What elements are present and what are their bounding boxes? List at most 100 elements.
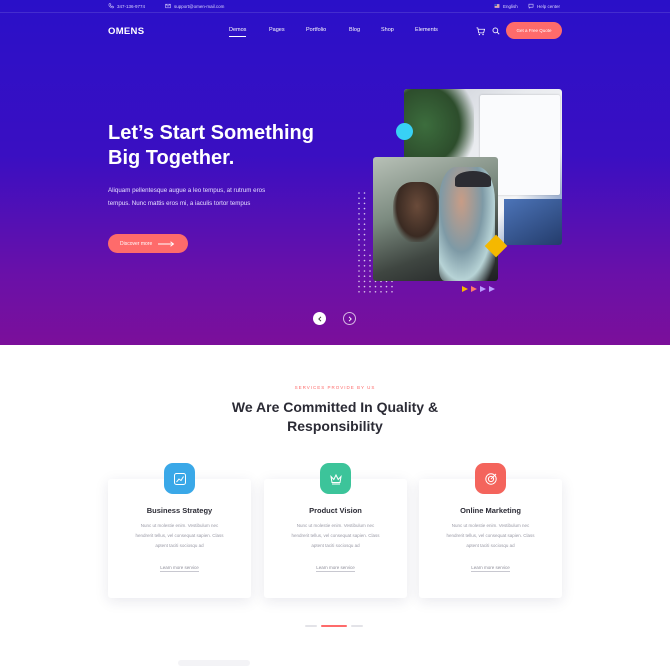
service-icon-badge: [475, 463, 506, 494]
flag-icon: [494, 4, 500, 8]
language-text: English: [503, 3, 518, 9]
learn-more-label[interactable]: Learn more service: [471, 565, 510, 572]
chart-icon: [173, 472, 186, 485]
grid-dot: [363, 259, 366, 262]
grid-dot: [358, 207, 360, 210]
faded-element: [178, 660, 250, 666]
grid-dot: [385, 291, 388, 293]
help-center-link[interactable]: Help center: [528, 3, 560, 9]
grid-dot: [358, 239, 360, 241]
service-card-title: Online Marketing: [460, 506, 521, 515]
grid-dot: [358, 280, 360, 283]
service-card-text: Nunc ut molestie enim. Vestibulum nec he…: [419, 521, 562, 551]
pager-dot[interactable]: [351, 625, 363, 627]
grid-dot: [358, 254, 360, 257]
services-title-line-2: Responsibility: [287, 418, 383, 434]
hero-description: Aliquam pellentesque augue a leo tempus,…: [108, 184, 308, 210]
grid-dot: [363, 249, 366, 251]
grid-dot: [369, 259, 371, 262]
cap-shape: [455, 171, 491, 187]
nav-item-demos[interactable]: Demos: [229, 27, 247, 37]
discover-more-button[interactable]: Discover more: [108, 234, 188, 253]
service-card-text-line: Nunc ut molestie enim. Vestibulum nec: [451, 523, 530, 528]
grid-dot: [358, 202, 360, 205]
grid-dot: [363, 265, 366, 267]
grid-dot: [363, 291, 366, 293]
grid-dot: [363, 228, 366, 231]
chevron-left-icon: [317, 315, 321, 322]
person-woman-shape: [393, 182, 441, 242]
grid-dot: [363, 270, 366, 272]
grid-dot: [369, 270, 371, 272]
main-nav: OMENS Demos Pages Portfolio Blog Shop El…: [0, 13, 670, 53]
hero-desc-line-1: Aliquam pellentesque augue a leo tempus,…: [108, 187, 266, 194]
learn-more-label[interactable]: Learn more service: [160, 565, 199, 572]
cart-icon[interactable]: [476, 27, 485, 36]
target-icon: [484, 472, 497, 485]
crown-icon: [329, 473, 342, 484]
logo[interactable]: OMENS: [108, 26, 144, 37]
slider-prev-button[interactable]: [313, 312, 326, 325]
search-icon[interactable]: [492, 27, 500, 35]
language-selector[interactable]: English: [494, 3, 518, 9]
pager-dot[interactable]: [305, 625, 317, 627]
service-card-text-line: hendrerit tellus, vel consequat sapien. …: [446, 533, 535, 538]
grid-dot: [363, 213, 366, 215]
grid-dot: [391, 291, 393, 293]
nav-item-elements[interactable]: Elements: [415, 27, 438, 33]
services-title-line-1: We Are Committed In Quality &: [231, 399, 439, 415]
service-icon-badge: [320, 463, 351, 494]
grid-dot: [369, 254, 371, 257]
hero-title-line-1: Let’s Start Something: [108, 122, 314, 144]
grid-dot: [369, 291, 371, 293]
nav-item-blog[interactable]: Blog: [349, 27, 360, 33]
email-contact[interactable]: support@omen-mail.com: [165, 3, 224, 9]
cyan-circle-decoration: [396, 123, 413, 140]
top-bar: 347-136-9774 support@omen-mail.com Engli…: [0, 0, 670, 13]
nav-item-portfolio[interactable]: Portfolio: [306, 27, 326, 33]
nav-item-shop[interactable]: Shop: [381, 27, 394, 33]
phone-icon: [108, 3, 114, 9]
hero-section: 347-136-9774 support@omen-mail.com Engli…: [0, 0, 670, 345]
grid-dot: [358, 218, 360, 220]
slider-next-button[interactable]: [343, 312, 356, 325]
nav-item-pages[interactable]: Pages: [269, 27, 285, 33]
grid-dot: [358, 197, 360, 199]
grid-dot: [380, 291, 382, 293]
chat-icon: [528, 3, 534, 9]
phone-text: 347-136-9774: [117, 3, 146, 9]
learn-more-link[interactable]: Learn more service: [264, 565, 407, 572]
grid-dot: [358, 228, 360, 231]
hero-image-people: [373, 157, 498, 281]
learn-more-link[interactable]: Learn more service: [108, 565, 251, 572]
phone-contact[interactable]: 347-136-9774: [108, 3, 145, 9]
learn-more-link[interactable]: Learn more service: [419, 565, 562, 572]
grid-dot: [363, 197, 366, 199]
grid-dot: [363, 218, 366, 220]
service-card-text-line: hendrerit tellus, vel consequat sapien. …: [135, 533, 224, 538]
carousel-pager: [305, 625, 363, 627]
grid-dot: [363, 207, 366, 210]
service-card-text: Nunc ut molestie enim. Vestibulum nec he…: [108, 521, 251, 551]
service-card-text-line: aptent taciti sociosqu ad: [311, 543, 360, 548]
grid-dot: [363, 285, 366, 288]
grid-dot: [358, 285, 360, 288]
email-text: support@omen-mail.com: [174, 3, 225, 9]
learn-more-label[interactable]: Learn more service: [316, 565, 355, 572]
grid-dot: [363, 280, 366, 283]
laptop-keyboard-shape: [504, 199, 562, 245]
grid-dot: [363, 223, 366, 225]
grid-dot: [358, 291, 360, 293]
pager-dot-active[interactable]: [321, 625, 347, 627]
triangle-shape: [462, 286, 468, 292]
hero-title-line-2: Big Together.: [108, 147, 235, 169]
grid-dot: [358, 249, 360, 251]
get-quote-button[interactable]: Get a Free Quote: [506, 22, 562, 39]
mail-icon: [165, 3, 171, 9]
service-card-text-line: Nunc ut molestie enim. Vestibulum nec: [296, 523, 375, 528]
hero-desc-line-2: tempus. Nunc mattis eros mi, a iaculis t…: [108, 200, 251, 207]
hero-title: Let’s Start Something Big Together.: [108, 121, 368, 171]
discover-more-label: Discover more: [120, 240, 153, 247]
triangle-shape: [489, 286, 495, 292]
triangle-shape: [480, 286, 486, 292]
